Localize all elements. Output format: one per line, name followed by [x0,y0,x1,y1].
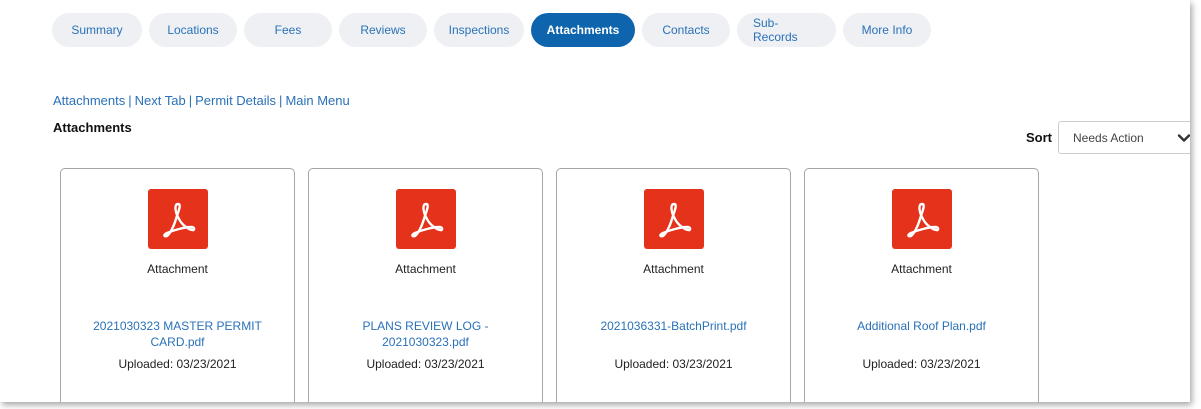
attachment-card: Attachment 2021030323 MASTER PERMIT CARD… [60,168,295,402]
section-title: Attachments [53,120,132,135]
attachment-file-link[interactable]: 2021030323 MASTER PERMIT CARD.pdf [75,318,280,350]
attachment-type: Attachment [643,262,704,276]
breadcrumb-separator: | [279,93,283,108]
breadcrumb-separator: | [128,93,132,108]
breadcrumb: Attachments | Next Tab | Permit Details … [53,93,350,108]
tab-contacts[interactable]: Contacts [642,13,730,47]
pdf-icon[interactable] [892,189,952,249]
tab-inspections[interactable]: Inspections [434,13,524,47]
breadcrumb-next-tab-link[interactable]: Next Tab [135,93,186,108]
attachment-list: Attachment 2021030323 MASTER PERMIT CARD… [60,168,1039,402]
attachment-card: Attachment PLANS REVIEW LOG - 2021030323… [308,168,543,402]
breadcrumb-separator: | [188,93,193,108]
attachment-card: Attachment 2021036331-BatchPrint.pdf Upl… [556,168,791,402]
tab-sub-records[interactable]: Sub-Records [737,13,836,47]
breadcrumb-permit-details-link[interactable]: Permit Details [195,93,276,108]
attachment-type: Attachment [395,262,456,276]
pdf-icon[interactable] [148,189,208,249]
attachment-upload-date: Uploaded: 03/23/2021 [862,357,981,371]
sort-select[interactable]: Needs Action [1058,121,1190,154]
attachment-type: Attachment [891,262,952,276]
tab-attachments[interactable]: Attachments [531,13,635,47]
attachment-upload-date: Uploaded: 03/23/2021 [366,357,485,371]
tab-fees[interactable]: Fees [244,13,332,47]
attachment-upload-date: Uploaded: 03/23/2021 [614,357,733,371]
attachments-panel: Summary Locations Fees Reviews Inspectio… [0,0,1190,402]
sort-label: Sort [1026,130,1052,145]
attachment-upload-date: Uploaded: 03/23/2021 [118,357,237,371]
attachment-type: Attachment [147,262,208,276]
pdf-icon[interactable] [396,189,456,249]
tab-reviews[interactable]: Reviews [339,13,427,47]
breadcrumb-main-menu-link[interactable]: Main Menu [285,93,349,108]
attachment-file-link[interactable]: Additional Roof Plan.pdf [819,318,1024,334]
attachment-file-link[interactable]: 2021036331-BatchPrint.pdf [571,318,776,334]
pdf-icon[interactable] [644,189,704,249]
sort-selected-value: Needs Action [1073,130,1144,145]
attachment-card: Attachment Additional Roof Plan.pdf Uplo… [804,168,1039,402]
chevron-down-icon [1177,131,1190,148]
tab-locations[interactable]: Locations [149,13,237,47]
breadcrumb-attachments-link[interactable]: Attachments [53,93,125,108]
record-tabs: Summary Locations Fees Reviews Inspectio… [52,13,931,47]
tab-summary[interactable]: Summary [52,13,142,47]
tab-more-info[interactable]: More Info [843,13,931,47]
attachment-file-link[interactable]: PLANS REVIEW LOG - 2021030323.pdf [349,318,502,350]
